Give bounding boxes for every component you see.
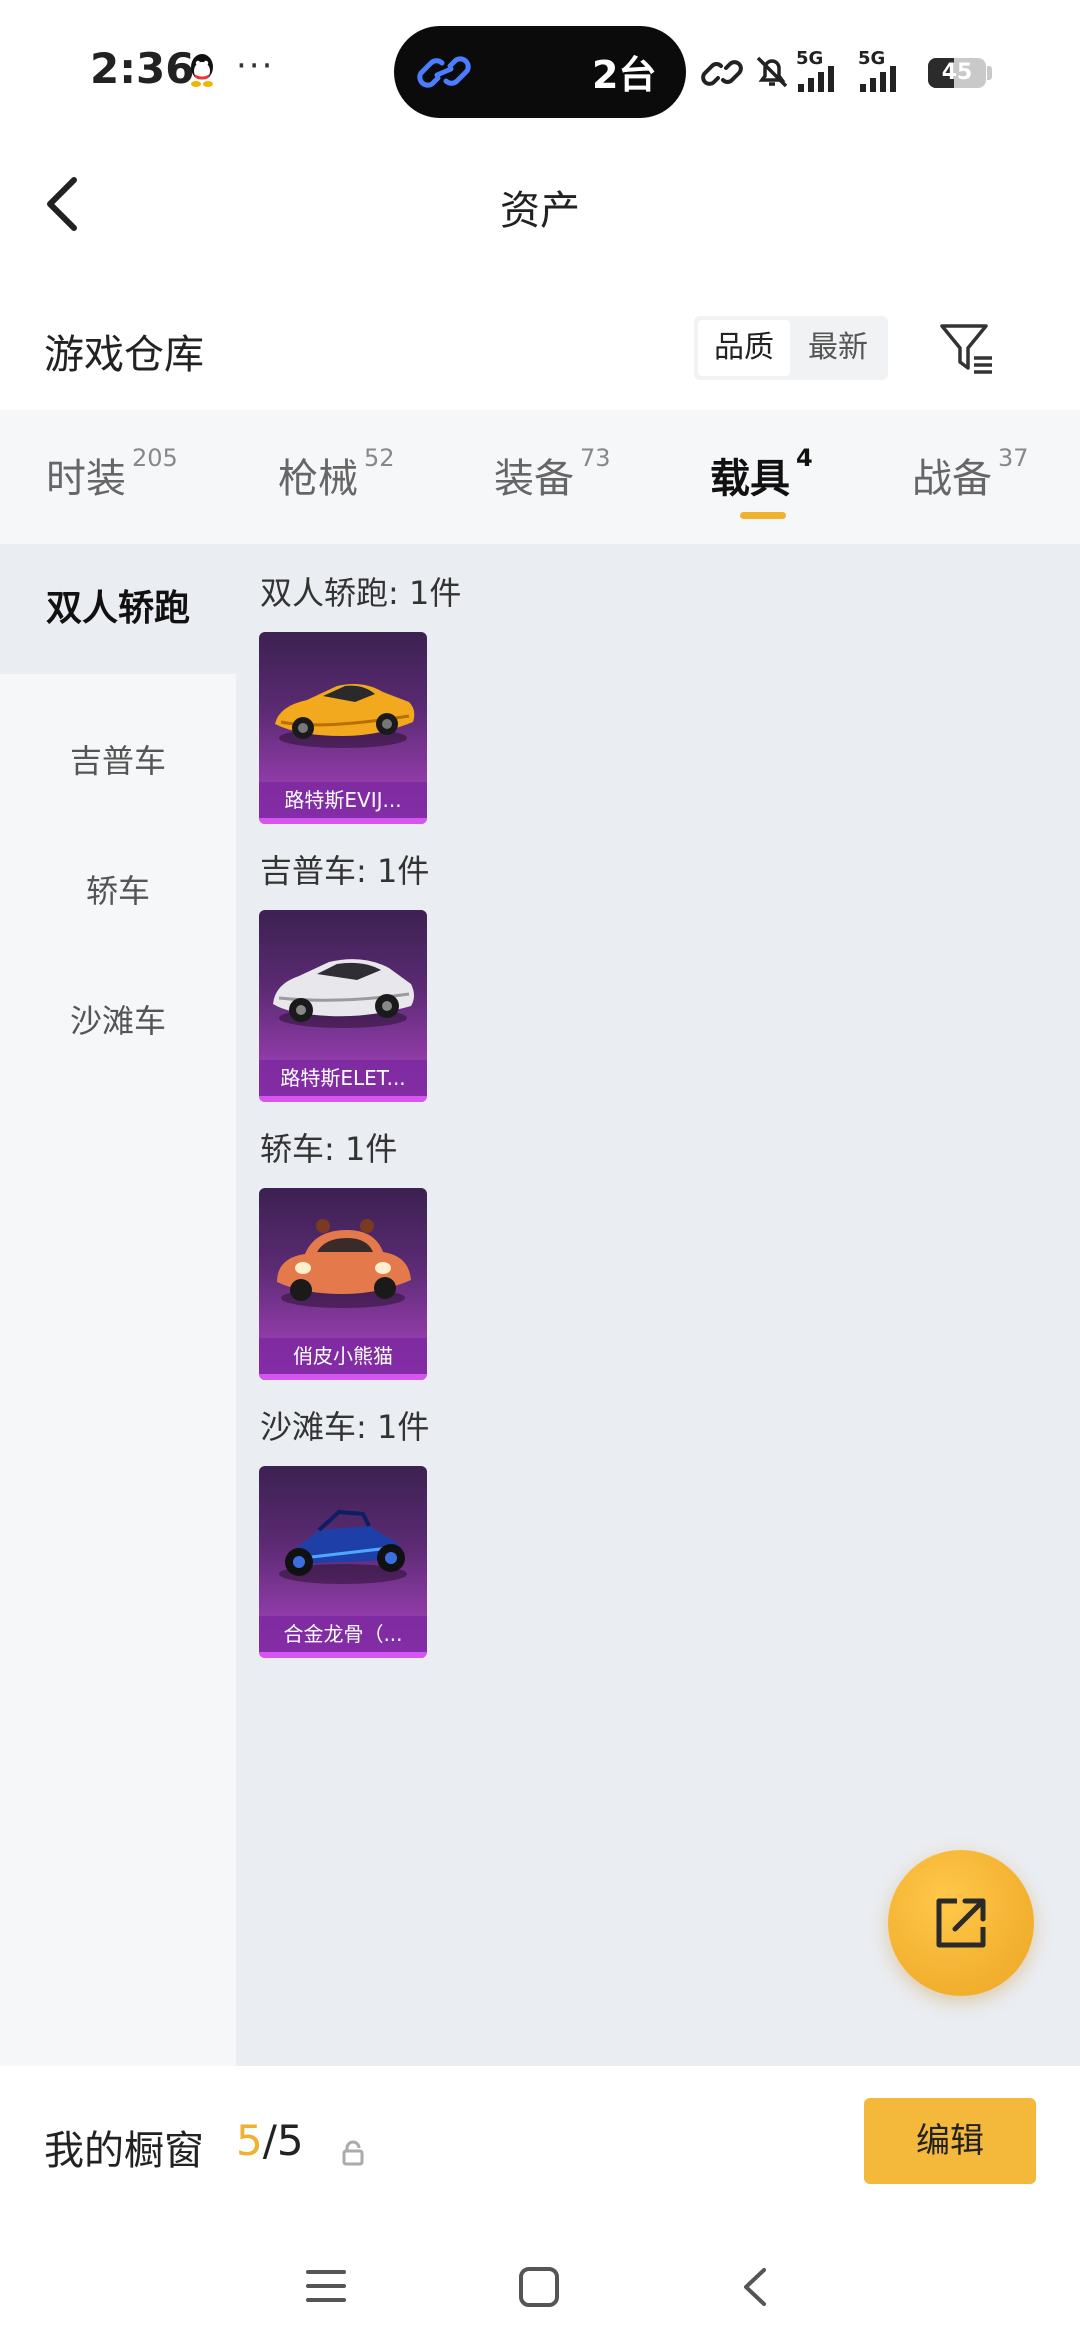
vehicle-card[interactable]: 路特斯ELET... — [259, 910, 427, 1102]
active-tab-indicator — [740, 512, 786, 519]
signal-icon-1 — [798, 66, 834, 92]
vehicle-type-sidebar: 双人轿跑 吉普车 轿车 沙滩车 — [0, 544, 236, 2066]
tab-firearms[interactable]: 枪械 52 — [278, 444, 395, 504]
group-label-coupe: 双人轿跑: 1件 — [260, 574, 462, 612]
yellow-sports-car-icon — [275, 684, 415, 748]
group-label-beach-buggy: 沙滩车: 1件 — [260, 1408, 430, 1446]
vehicle-name: 俏皮小熊猫 — [259, 1338, 427, 1374]
tab-count: 73 — [580, 444, 611, 472]
edit-button[interactable]: 编辑 — [864, 2098, 1036, 2184]
tab-war-supplies[interactable]: 战备 37 — [912, 444, 1029, 504]
qq-icon — [191, 54, 213, 87]
rarity-bar — [259, 818, 427, 824]
vehicle-list: 双人轿跑: 1件 路特斯EVIJ... 吉普车: 1件 路特斯ELET... 轿… — [236, 544, 1080, 2066]
tab-label: 枪械 — [278, 456, 358, 502]
tab-count: 52 — [364, 444, 395, 472]
rarity-bar — [259, 1096, 427, 1102]
tab-count: 4 — [796, 444, 813, 472]
lock-icon — [342, 2140, 364, 2166]
group-label-jeep: 吉普车: 1件 — [260, 852, 430, 890]
system-nav-bar — [0, 2226, 1080, 2347]
showcase-current: 5 — [236, 2116, 263, 2165]
blue-buggy-icon — [279, 1509, 407, 1584]
tab-label: 战备 — [912, 456, 992, 502]
filter-icon[interactable] — [936, 318, 996, 378]
battery-icon: 45 — [928, 58, 986, 88]
vehicle-card[interactable]: 俏皮小熊猫 — [259, 1188, 427, 1380]
mute-bell-icon — [756, 56, 788, 88]
sort-quality-button[interactable]: 品质 — [698, 320, 790, 376]
share-icon — [936, 1898, 986, 1948]
sidebar-item-jeep[interactable]: 吉普车 — [0, 696, 236, 826]
back-nav-icon[interactable] — [738, 2266, 770, 2308]
tab-equipment[interactable]: 装备 73 — [494, 444, 611, 504]
showcase-bar: 我的橱窗 5/5 编辑 — [0, 2066, 1080, 2226]
tab-vehicles[interactable]: 载具 4 — [710, 444, 813, 504]
group-label-sedan: 轿车: 1件 — [260, 1130, 398, 1168]
sidebar-item-sedan[interactable]: 轿车 — [0, 826, 236, 956]
status-time: 2:36 — [90, 44, 195, 93]
vehicle-name: 合金龙骨（... — [259, 1616, 427, 1652]
status-bar: 2:36 ··· 2台 5G 5G 45 — [0, 0, 1080, 140]
battery-cap — [987, 66, 992, 80]
sidebar-item-beach-buggy[interactable]: 沙滩车 — [0, 956, 236, 1086]
home-icon[interactable] — [518, 2266, 560, 2308]
vehicle-card[interactable]: 合金龙骨（... — [259, 1466, 427, 1658]
tab-label: 时装 — [46, 456, 126, 502]
category-tabs: 时装 205 枪械 52 装备 73 载具 4 战备 37 — [0, 410, 1080, 544]
tab-count: 37 — [998, 444, 1029, 472]
sort-toggle: 品质 最新 — [694, 316, 888, 380]
tab-label: 装备 — [494, 456, 574, 502]
link-icon — [417, 56, 471, 88]
vehicle-name: 路特斯ELET... — [259, 1060, 427, 1096]
battery-percent: 45 — [941, 60, 973, 85]
showcase-count: 5/5 — [236, 2116, 304, 2165]
tab-fashion[interactable]: 时装 205 — [46, 444, 178, 504]
vehicle-card[interactable]: 路特斯EVIJ... — [259, 632, 427, 824]
page-title: 资产 — [500, 188, 580, 234]
showcase-label: 我的橱窗 — [44, 2128, 204, 2174]
warehouse-title: 游戏仓库 — [44, 332, 204, 378]
menu-icon[interactable] — [306, 2268, 346, 2304]
showcase-total: /5 — [262, 2116, 304, 2165]
link-status-icon — [701, 60, 743, 86]
island-text: 2台 — [592, 53, 657, 97]
rarity-bar — [259, 1374, 427, 1380]
signal-icon-2 — [860, 66, 896, 92]
orange-panda-car-icon — [277, 1219, 411, 1308]
sort-newest-button[interactable]: 最新 — [792, 320, 884, 376]
tab-count: 205 — [132, 444, 178, 472]
share-button[interactable] — [888, 1850, 1034, 1996]
more-notifications-icon: ··· — [236, 46, 275, 86]
rarity-bar — [259, 1652, 427, 1658]
white-suv-icon — [273, 959, 414, 1028]
sidebar-item-two-seat-coupe[interactable]: 双人轿跑 — [0, 544, 236, 674]
vehicle-name: 路特斯EVIJ... — [259, 782, 427, 818]
tab-label: 载具 — [710, 456, 790, 502]
